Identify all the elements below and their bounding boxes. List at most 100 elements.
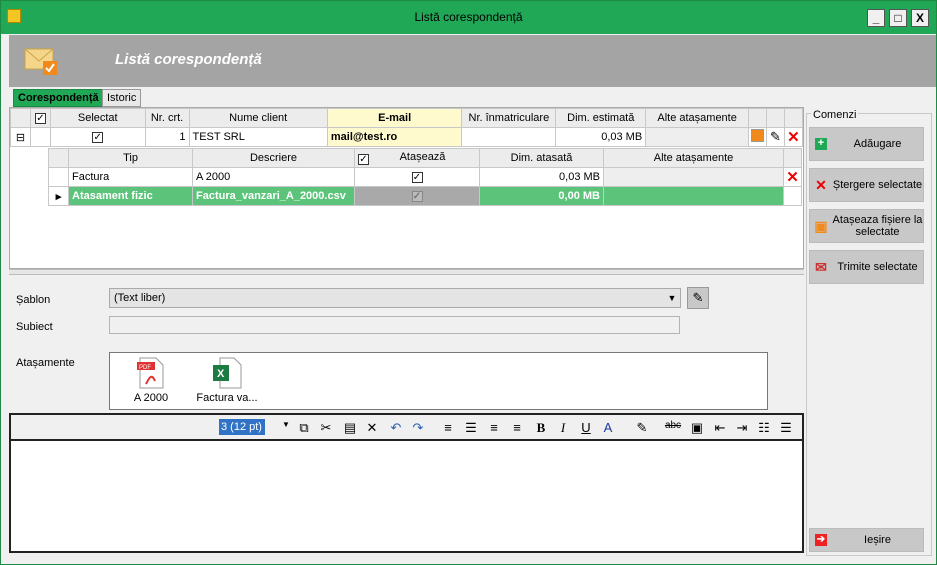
header-spacer <box>783 108 804 128</box>
editor-body[interactable] <box>15 445 795 545</box>
tab-istoric[interactable]: Istoric <box>102 89 142 107</box>
column-header[interactable]: Alte atașamente <box>603 148 784 168</box>
row-indicator <box>48 167 69 187</box>
splitter-handle[interactable] <box>9 269 804 275</box>
send-selected-button[interactable]: ✉ Trimite selectate <box>809 250 924 284</box>
attach-files-button[interactable]: ▣ Atașeaza fișiere la selectate <box>809 209 924 243</box>
copy-icon[interactable]: ⧉ <box>295 420 313 436</box>
subiect-label: Subiect <box>16 321 53 333</box>
header-spacer <box>783 148 802 168</box>
alte-cell <box>603 167 784 187</box>
table-row[interactable]: Factura A 2000 ✓ 0,03 MB ✕ <box>48 167 802 187</box>
message-editor[interactable]: 3 (12 pt) ▼ ⧉ ✂ ▤ ✕ ↶ ↷ ≡ ☰ ≡ ≡ B I U A … <box>9 413 804 553</box>
underline-icon[interactable]: U <box>577 420 595 435</box>
dim-cell: 0,03 MB <box>479 167 604 187</box>
exit-button[interactable]: ➔ Ieșire <box>809 528 924 552</box>
bold-icon[interactable]: B <box>532 420 550 436</box>
strikethrough-icon[interactable]: abc <box>661 420 685 431</box>
column-header[interactable]: Dim. estimată <box>555 108 647 128</box>
chevron-down-icon[interactable]: ▼ <box>277 420 295 429</box>
attach-file-icon[interactable] <box>748 127 767 147</box>
attachments-box: PDF A 2000 X Factura va... <box>109 352 768 410</box>
column-header[interactable]: Descriere <box>192 148 355 168</box>
delete-icon: ✕ <box>815 176 827 193</box>
table-row[interactable]: ▸ Atasament fizic Factura_vanzari_A_2000… <box>48 186 802 206</box>
bullet-list-icon[interactable]: ☷ <box>755 420 773 436</box>
attach-checkbox[interactable]: ✓ <box>411 171 423 183</box>
sub-header-row: Tip Descriere ✓ Atașează Dim. atasată Alt… <box>48 148 802 168</box>
column-header[interactable]: Alte atașamente <box>645 108 750 128</box>
column-header[interactable]: Tip <box>68 148 193 168</box>
sablon-select[interactable]: (Text liber) ▼ <box>109 288 681 308</box>
column-header[interactable]: Nume client <box>188 108 328 128</box>
highlight-icon[interactable]: ✎ <box>633 420 651 436</box>
table-header-row: ✓ Selectat Nr. crt. Nume client E-mail N… <box>10 108 804 128</box>
attach-checkbox[interactable]: ✓ <box>411 190 423 202</box>
correspondence-grid: ✓ Selectat Nr. crt. Nume client E-mail N… <box>9 107 804 269</box>
row-select-cell[interactable]: ✓ <box>49 127 146 147</box>
column-header[interactable]: Dim. atasată <box>479 148 604 168</box>
delete-icon[interactable]: ✕ <box>783 167 802 187</box>
add-button[interactable]: + Adăugare <box>809 127 924 161</box>
font-size-select[interactable]: 3 (12 pt) <box>219 419 265 435</box>
attach-file-icon: ▣ <box>814 217 828 234</box>
align-justify-icon[interactable]: ☰ <box>462 420 480 436</box>
tip-cell: Factura <box>68 167 193 187</box>
pdf-icon: PDF <box>137 357 164 389</box>
close-button[interactable]: X <box>911 9 929 27</box>
delete-icon[interactable]: ✕ <box>783 127 804 147</box>
attachment-item[interactable]: X Factura va... <box>192 357 262 404</box>
font-color-icon[interactable]: A <box>599 420 617 435</box>
collapse-toggle[interactable]: ⊟ <box>10 127 31 147</box>
chevron-down-icon[interactable]: ▼ <box>664 289 680 307</box>
numbered-list-icon[interactable]: ☰ <box>777 420 795 436</box>
descriere-cell: A 2000 <box>192 167 355 187</box>
cut-icon[interactable]: ✂ <box>317 420 335 436</box>
sub-table: Tip Descriere ✓ Atașează Dim. atasată Alt… <box>48 148 802 206</box>
row-indent <box>29 127 51 147</box>
table-row[interactable]: ⊟ ✓ 1 TEST SRL mail@test.ro 0,03 MB ✎ ✕ <box>10 127 804 147</box>
delete-icon[interactable]: ✕ <box>363 420 381 436</box>
delete-icon[interactable]: ✕ <box>783 186 802 206</box>
delete-selected-button[interactable]: ✕ Ștergere selectate <box>809 168 924 202</box>
paste-icon[interactable]: ▤ <box>341 420 359 436</box>
insert-image-icon[interactable]: ▣ <box>688 420 706 436</box>
column-header[interactable]: Nr. înmatriculare <box>461 108 557 128</box>
commands-label: Comenzi <box>811 109 859 121</box>
align-center-icon[interactable]: ≡ <box>485 420 503 435</box>
header-select-all[interactable]: ✓ <box>29 108 51 128</box>
page-title: Listă corespondență <box>115 51 262 68</box>
descriere-cell: Factura_vanzari_A_2000.csv <box>192 186 355 206</box>
client-cell: TEST SRL <box>188 127 328 147</box>
ataseaza-cell[interactable]: ✓ <box>354 186 480 206</box>
attachment-name: A 2000 <box>133 392 169 404</box>
main-table: ✓ Selectat Nr. crt. Nume client E-mail N… <box>10 108 804 147</box>
edit-icon[interactable]: ✎ <box>766 127 785 147</box>
attach-all-checkbox[interactable]: ✓ <box>358 154 369 165</box>
redo-icon[interactable]: ↷ <box>409 420 427 436</box>
tab-corespondenta[interactable]: Corespondență <box>13 89 104 107</box>
column-header[interactable]: Nr. crt. <box>144 108 190 128</box>
align-left-icon[interactable]: ≡ <box>439 420 457 435</box>
select-all-checkbox[interactable]: ✓ <box>34 112 46 124</box>
ataseaza-cell[interactable]: ✓ <box>354 167 480 187</box>
edit-template-button[interactable]: ✎ <box>687 287 709 309</box>
current-row-indicator: ▸ <box>48 186 69 206</box>
column-header[interactable]: E-mail <box>326 108 463 128</box>
column-header[interactable]: ✓ Atașează <box>354 148 480 168</box>
indent-icon[interactable]: ⇥ <box>733 420 751 436</box>
email-cell[interactable]: mail@test.ro <box>326 127 463 147</box>
outdent-icon[interactable]: ⇤ <box>711 420 729 436</box>
row-checkbox[interactable]: ✓ <box>92 131 104 143</box>
italic-icon[interactable]: I <box>554 420 572 436</box>
undo-icon[interactable]: ↶ <box>387 420 405 436</box>
subiect-input[interactable] <box>109 316 680 334</box>
align-right-icon[interactable]: ≡ <box>508 420 526 435</box>
maximize-button[interactable]: □ <box>889 9 907 27</box>
send-mail-icon: ✉ <box>815 258 827 275</box>
header-spacer <box>748 108 767 128</box>
column-header[interactable]: Selectat <box>49 108 146 128</box>
attachment-item[interactable]: PDF A 2000 <box>122 357 180 404</box>
minimize-button[interactable]: _ <box>867 9 885 27</box>
atasamente-label: Atașamente <box>16 357 75 369</box>
